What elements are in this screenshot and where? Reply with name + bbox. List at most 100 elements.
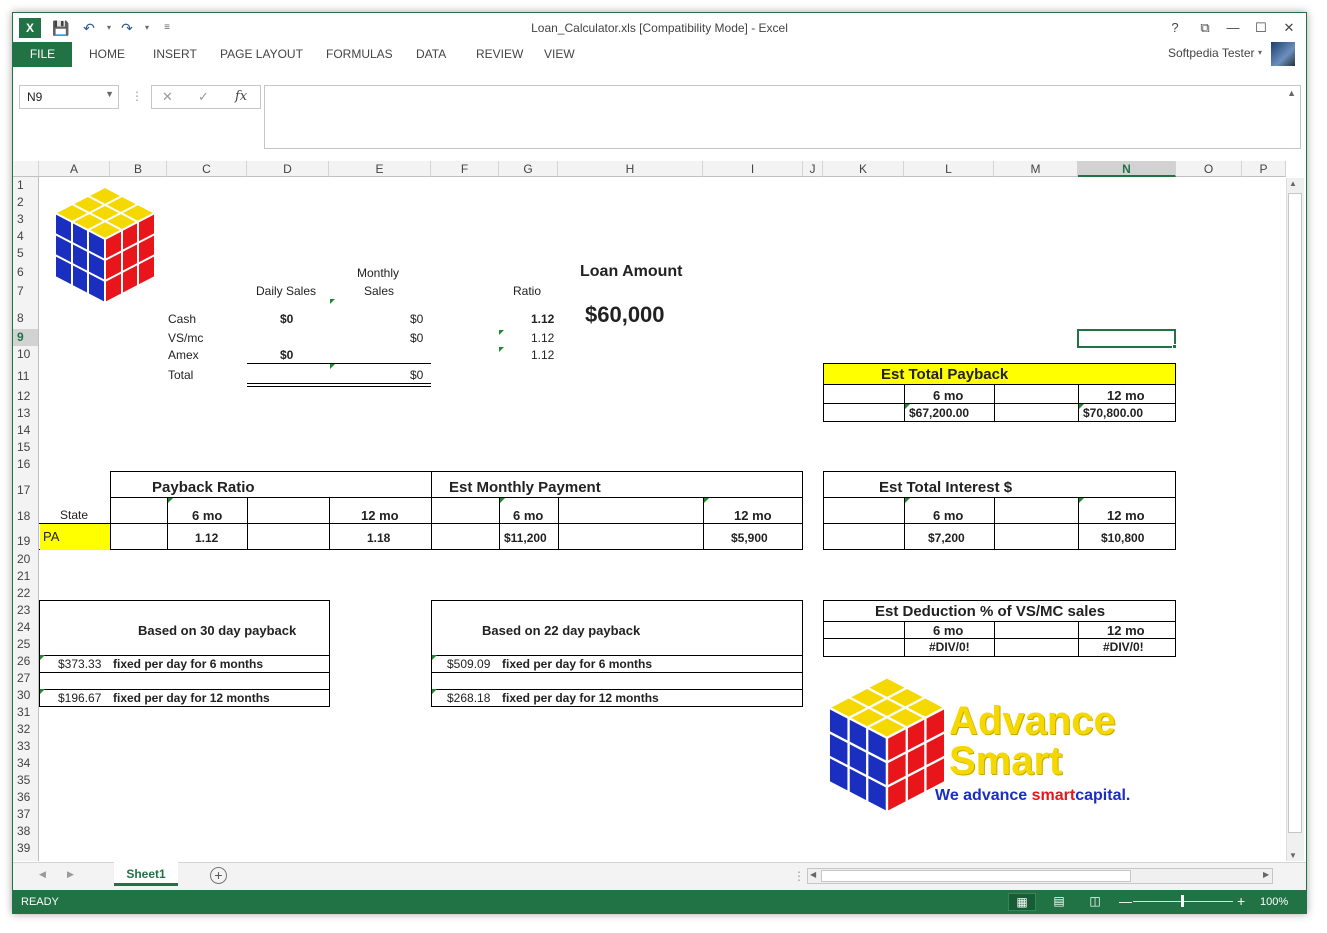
row-header[interactable]: 4 bbox=[13, 228, 39, 245]
maximize-button[interactable]: ☐ bbox=[1249, 17, 1273, 39]
help-button[interactable]: ? bbox=[1163, 17, 1187, 39]
column-header-c[interactable]: C bbox=[167, 161, 247, 177]
save-icon[interactable]: 💾 bbox=[51, 18, 71, 38]
page-layout-view-icon[interactable]: ▤ bbox=[1045, 893, 1073, 911]
row-header[interactable]: 24 bbox=[13, 619, 39, 636]
row-header[interactable]: 32 bbox=[13, 721, 39, 738]
row-header[interactable]: 26 bbox=[13, 653, 39, 670]
row-header[interactable]: 20 bbox=[13, 551, 39, 568]
redo-icon[interactable]: ↷ bbox=[117, 18, 137, 38]
excel-app-icon[interactable]: X bbox=[19, 18, 41, 38]
column-header-d[interactable]: D bbox=[247, 161, 329, 177]
row-header[interactable]: 39 bbox=[13, 840, 39, 861]
prev-sheet-icon[interactable]: ◀ bbox=[39, 869, 46, 880]
horizontal-scroll-thumb[interactable] bbox=[821, 870, 1131, 882]
column-header-j[interactable]: J bbox=[803, 161, 823, 177]
row-header[interactable]: 11 bbox=[13, 363, 39, 388]
column-header-p[interactable]: P bbox=[1242, 161, 1286, 177]
name-box-dropdown-icon[interactable]: ▼ bbox=[105, 89, 114, 99]
select-all-corner[interactable] bbox=[13, 161, 39, 177]
customize-qat-icon[interactable]: ≡ bbox=[157, 18, 177, 38]
undo-dropdown-icon[interactable]: ▾ bbox=[99, 18, 119, 38]
expand-formula-bar-icon[interactable]: ▲ bbox=[1287, 88, 1296, 98]
row-header[interactable]: 34 bbox=[13, 755, 39, 772]
name-box[interactable]: N9 ▼ bbox=[19, 85, 119, 109]
column-header-i[interactable]: I bbox=[703, 161, 803, 177]
column-header-n[interactable]: N bbox=[1078, 161, 1176, 177]
formula-input[interactable]: ▲ bbox=[264, 85, 1301, 149]
formula-bar-grip-icon[interactable]: ⋮ bbox=[131, 89, 143, 103]
row-header[interactable]: 30 bbox=[13, 687, 39, 704]
row-header[interactable]: 9 bbox=[13, 329, 39, 346]
vertical-scroll-thumb[interactable] bbox=[1288, 193, 1302, 833]
column-header-g[interactable]: G bbox=[499, 161, 558, 177]
avatar[interactable] bbox=[1271, 42, 1295, 66]
row-header[interactable]: 18 bbox=[13, 500, 39, 525]
zoom-level[interactable]: 100% bbox=[1260, 896, 1288, 908]
row-header[interactable]: 22 bbox=[13, 585, 39, 602]
row-header[interactable]: 2 bbox=[13, 194, 39, 211]
tab-page-layout[interactable]: PAGE LAYOUT bbox=[220, 47, 303, 61]
scroll-up-icon[interactable]: ▲ bbox=[1289, 179, 1297, 188]
row-header[interactable]: 10 bbox=[13, 346, 39, 363]
row-header[interactable]: 12 bbox=[13, 388, 39, 405]
row-header[interactable]: 8 bbox=[13, 300, 39, 329]
state-value[interactable]: PA bbox=[40, 524, 110, 550]
scroll-down-icon[interactable]: ▼ bbox=[1289, 851, 1297, 860]
ribbon-display-button[interactable]: ⧉ bbox=[1193, 17, 1217, 39]
column-header-a[interactable]: A bbox=[39, 161, 110, 177]
column-header-e[interactable]: E bbox=[329, 161, 431, 177]
row-header[interactable]: 25 bbox=[13, 636, 39, 653]
row-header[interactable]: 38 bbox=[13, 823, 39, 840]
row-header[interactable]: 3 bbox=[13, 211, 39, 228]
user-dropdown-icon[interactable]: ▾ bbox=[1258, 48, 1262, 57]
column-header-m[interactable]: M bbox=[994, 161, 1078, 177]
minimize-button[interactable]: — bbox=[1221, 17, 1245, 39]
tab-insert[interactable]: INSERT bbox=[153, 47, 197, 61]
zoom-in-icon[interactable]: + bbox=[1237, 893, 1245, 909]
new-sheet-icon[interactable]: + bbox=[210, 867, 227, 884]
cancel-icon[interactable]: ✕ bbox=[162, 89, 173, 105]
row-header[interactable]: 33 bbox=[13, 738, 39, 755]
user-name[interactable]: Softpedia Tester bbox=[1168, 46, 1255, 60]
row-header[interactable]: 13 bbox=[13, 405, 39, 422]
column-header-l[interactable]: L bbox=[904, 161, 994, 177]
row-header[interactable]: 15 bbox=[13, 439, 39, 456]
row-header[interactable]: 17 bbox=[13, 473, 39, 500]
column-header-b[interactable]: B bbox=[110, 161, 167, 177]
row-header[interactable]: 37 bbox=[13, 806, 39, 823]
row-header[interactable]: 19 bbox=[13, 525, 39, 551]
enter-icon[interactable]: ✓ bbox=[198, 89, 209, 105]
page-break-view-icon[interactable]: ◫ bbox=[1081, 893, 1109, 911]
fill-handle[interactable] bbox=[1172, 344, 1177, 349]
column-header-f[interactable]: F bbox=[431, 161, 499, 177]
next-sheet-icon[interactable]: ▶ bbox=[67, 869, 74, 880]
row-header[interactable]: 35 bbox=[13, 772, 39, 789]
row-header[interactable]: 14 bbox=[13, 422, 39, 439]
row-header[interactable]: 27 bbox=[13, 670, 39, 687]
scroll-left-icon[interactable]: ◀ bbox=[810, 870, 816, 879]
tab-formulas[interactable]: FORMULAS bbox=[326, 47, 393, 61]
close-button[interactable]: ✕ bbox=[1277, 17, 1301, 39]
row-header[interactable]: 23 bbox=[13, 602, 39, 619]
sheet-tab-sheet1[interactable]: Sheet1 bbox=[114, 862, 178, 886]
row-header[interactable]: 5 bbox=[13, 245, 39, 262]
tab-split-grip-icon[interactable]: ⋮ bbox=[793, 869, 805, 883]
insert-function-icon[interactable]: fx bbox=[235, 89, 247, 104]
scroll-right-icon[interactable]: ▶ bbox=[1263, 870, 1269, 879]
row-header[interactable]: 31 bbox=[13, 704, 39, 721]
column-header-o[interactable]: O bbox=[1176, 161, 1242, 177]
tab-review[interactable]: REVIEW bbox=[476, 47, 523, 61]
row-header[interactable]: 6 bbox=[13, 262, 39, 283]
zoom-slider-thumb[interactable] bbox=[1181, 895, 1184, 907]
column-header-k[interactable]: K bbox=[823, 161, 904, 177]
zoom-out-icon[interactable]: — bbox=[1119, 894, 1132, 909]
undo-icon[interactable]: ↶ bbox=[79, 18, 99, 38]
row-header[interactable]: 7 bbox=[13, 283, 39, 300]
row-header[interactable]: 21 bbox=[13, 568, 39, 585]
row-header[interactable]: 16 bbox=[13, 456, 39, 473]
tab-home[interactable]: HOME bbox=[89, 47, 125, 61]
selected-cell-n9[interactable] bbox=[1077, 329, 1176, 348]
tab-view[interactable]: VIEW bbox=[544, 47, 575, 61]
column-header-h[interactable]: H bbox=[558, 161, 703, 177]
